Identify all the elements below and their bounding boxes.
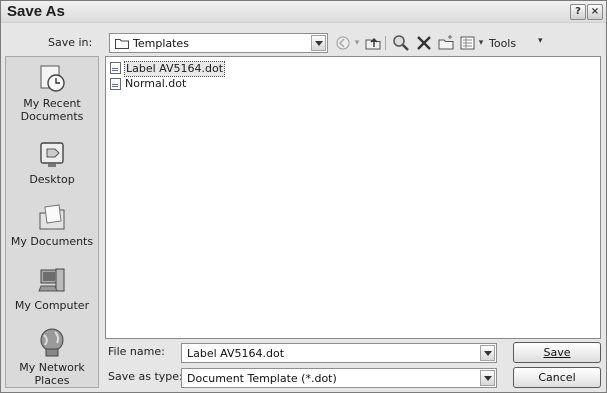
file-name-text: Label AV5164.dot [124,61,226,77]
save-as-dialog: Save As ? × Save in: Templates ▾ ▾ Tools… [0,0,607,393]
tools-menu[interactable]: Tools [489,37,516,50]
delete-icon[interactable] [414,33,434,53]
file-name-input[interactable]: Label AV5164.dot [181,343,497,363]
word-template-icon [110,78,121,90]
chevron-down-icon[interactable] [480,370,495,386]
new-folder-icon[interactable] [436,33,456,53]
title-bar: Save As ? × [1,1,606,23]
save-as-type-label: Save as type: [108,370,183,383]
views-icon[interactable] [458,33,478,53]
folder-icon [115,39,129,49]
places-label-recent: My Recent Documents [20,97,84,123]
file-list[interactable]: Label AV5164.dot Normal.dot [105,56,601,339]
window-title: Save As [7,3,65,20]
save-as-type-dropdown[interactable]: Document Template (*.dot) [181,368,497,388]
my-documents-icon [35,201,69,233]
cancel-button-label: Cancel [538,371,576,384]
places-item-my-computer[interactable]: My Computer [6,265,98,312]
recent-documents-icon [35,63,69,95]
save-in-value: Templates [133,37,189,50]
up-one-level-icon[interactable] [363,33,383,53]
views-dropdown-arrow-icon[interactable]: ▾ [477,33,485,53]
places-label-network-places: My Network Places [19,361,85,387]
network-places-icon [35,327,69,359]
places-item-network-places[interactable]: My Network Places [6,327,98,387]
back-icon[interactable] [333,33,353,53]
save-button[interactable]: Save [513,342,601,363]
file-name-text: Normal.dot [125,77,187,90]
places-item-recent[interactable]: My Recent Documents [6,63,98,123]
places-item-desktop[interactable]: Desktop [6,139,98,186]
file-name-label: File name: [108,345,165,358]
word-template-icon [110,62,121,74]
search-web-icon[interactable] [391,33,411,53]
places-label-desktop: Desktop [29,173,75,186]
places-item-my-documents[interactable]: My Documents [6,201,98,248]
desktop-icon [35,139,69,171]
save-in-label: Save in: [48,36,93,49]
save-button-label: Save [543,346,571,359]
my-computer-icon [35,265,69,297]
cancel-button[interactable]: Cancel [513,367,601,388]
close-button[interactable]: × [587,4,603,20]
places-label-my-documents: My Documents [10,235,94,248]
save-in-dropdown[interactable]: Templates [109,33,328,53]
save-as-type-value: Document Template (*.dot) [187,372,337,385]
help-button[interactable]: ? [570,4,586,20]
back-dropdown-arrow-icon[interactable]: ▾ [353,33,361,53]
places-bar: My Recent Documents Desktop My Documents… [5,56,99,388]
chevron-down-icon[interactable] [480,345,495,361]
chevron-down-icon[interactable] [311,35,326,51]
toolbar-separator [384,33,388,53]
file-name-value: Label AV5164.dot [187,347,285,360]
places-label-my-computer: My Computer [14,299,90,312]
tools-dropdown-arrow-icon[interactable]: ▾ [538,36,543,46]
